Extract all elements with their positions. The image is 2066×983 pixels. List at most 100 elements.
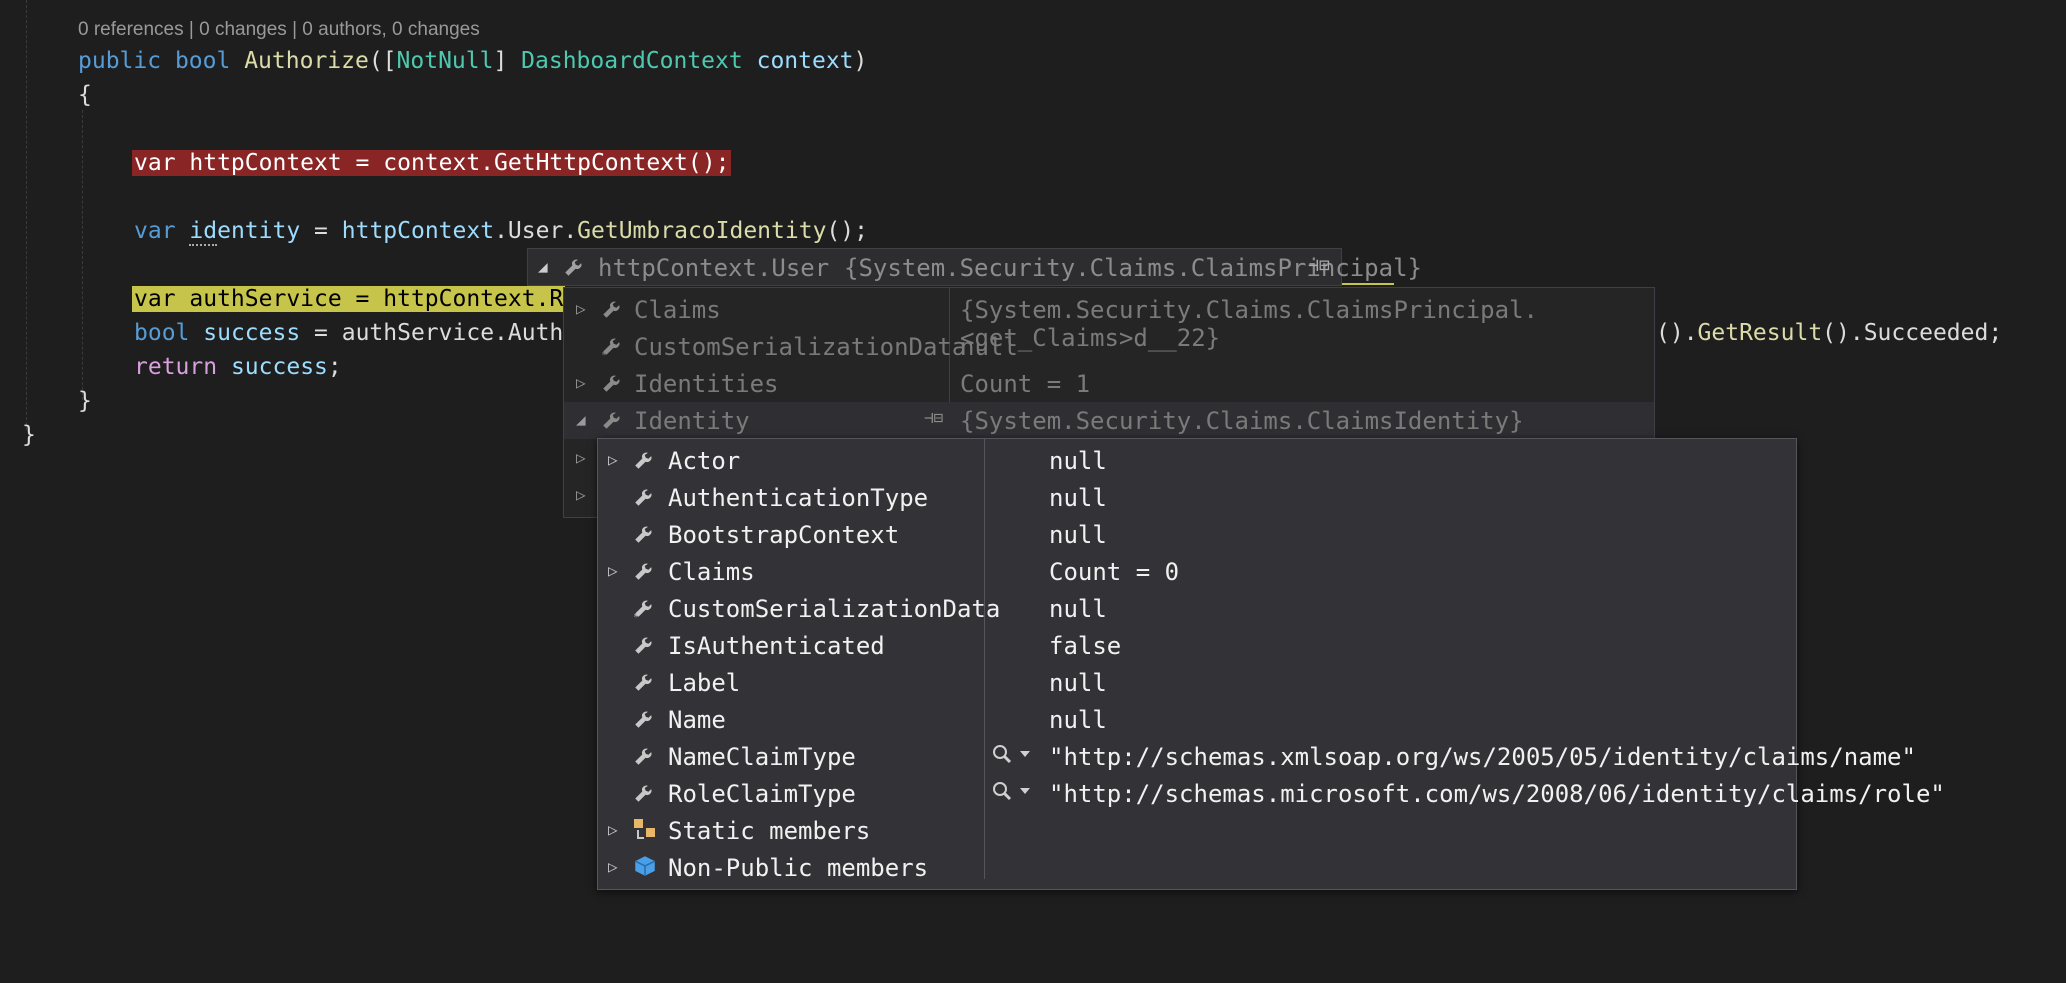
wrench-icon xyxy=(632,705,658,737)
indent-guide xyxy=(82,110,83,400)
code-line-success-tail: ().GetResult().Succeeded; xyxy=(1656,316,2002,350)
identity-row-actor[interactable]: ▷ Actor null xyxy=(598,442,1796,479)
wrench-icon xyxy=(562,253,588,285)
member-value[interactable]: null xyxy=(1049,595,1107,623)
keyword: public xyxy=(78,48,162,74)
code-line-success: bool success = authService.Auth xyxy=(134,316,563,350)
member-name: Static members xyxy=(668,817,871,845)
identity-row-static-members[interactable]: ▷ Static members xyxy=(598,812,1796,849)
code-line-breakpoint[interactable]: var httpContext = context.GetHttpContext… xyxy=(132,146,732,180)
member-name: AuthenticationType xyxy=(668,484,929,512)
identity-row-name[interactable]: Name null xyxy=(598,701,1796,738)
current-statement-highlight: var authService = httpContext.R xyxy=(132,286,566,312)
member-name: Claims xyxy=(668,558,755,586)
code-line-1: public bool Authorize([NotNull] Dashboar… xyxy=(78,44,867,78)
wrench-icon xyxy=(632,446,658,478)
variable: success xyxy=(230,354,328,380)
member-value[interactable]: {System.Security.Claims.ClaimsIdentity} xyxy=(960,407,1524,435)
member-value[interactable]: null xyxy=(960,333,1018,361)
code-line-current: var authService = httpContext.R xyxy=(132,282,566,316)
magnifier-dropdown-icon[interactable] xyxy=(990,742,1034,774)
datatip-row-identities[interactable]: ▷ Identities Count = 1 xyxy=(564,365,1654,402)
expand-arrow-icon[interactable]: ▷ xyxy=(576,485,586,504)
attribute: NotNull xyxy=(396,48,494,74)
member-name: CustomSerializationData xyxy=(668,595,1001,623)
member-name: Actor xyxy=(668,447,741,475)
member-name: BootstrapContext xyxy=(668,521,900,549)
expand-arrow-icon[interactable]: ▷ xyxy=(576,373,586,392)
member-name: RoleClaimType xyxy=(668,780,856,808)
expand-arrow-icon[interactable]: ▷ xyxy=(608,561,618,580)
wrench-icon xyxy=(632,779,658,811)
identity-row-claims[interactable]: ▷ Claims Count = 0 xyxy=(598,553,1796,590)
indent-guide xyxy=(26,0,27,430)
expand-arrow-icon[interactable]: ▷ xyxy=(608,450,618,469)
punct: = xyxy=(300,218,342,244)
magnifier-dropdown-icon[interactable] xyxy=(990,779,1034,811)
keyword: bool xyxy=(134,320,190,346)
method-name: GetResult xyxy=(1697,320,1823,346)
wrench-icon xyxy=(632,742,658,774)
datatip-row-customserialization[interactable]: * CustomSerializationData null xyxy=(564,328,1654,365)
member-name: IsAuthenticated xyxy=(668,632,885,660)
member-value[interactable]: null xyxy=(1049,484,1107,512)
expand-arrow-icon[interactable]: ▷ xyxy=(576,448,586,467)
wrench-icon xyxy=(600,369,626,401)
wrench-star-icon: * xyxy=(600,332,626,364)
variable: httpContext xyxy=(341,218,495,244)
member-value[interactable]: null xyxy=(1049,521,1107,549)
member-value[interactable]: "http://schemas.xmlsoap.org/ws/2005/05/i… xyxy=(1049,743,1916,771)
identity-row-customserialization[interactable]: * CustomSerializationData null xyxy=(598,590,1796,627)
punct: ] xyxy=(493,48,522,74)
punct: ) xyxy=(853,48,868,74)
datatip-header[interactable]: ◢ httpContext.User {System.Security.Clai… xyxy=(527,248,1422,286)
datatip-value[interactable]: {System.Security.Claims.ClaimsPrincipal} xyxy=(844,254,1422,282)
collapse-arrow-icon[interactable]: ◢ xyxy=(576,410,586,429)
pin-icon[interactable]: ⊣⊟ xyxy=(924,408,943,427)
code-line-return: return success; xyxy=(134,350,342,384)
identity-row-non-public-members[interactable]: ▷ Non-Public members xyxy=(598,849,1796,886)
keyword: return xyxy=(134,354,218,380)
member-value[interactable]: Count = 0 xyxy=(1049,558,1179,586)
identity-row-bootstrap[interactable]: BootstrapContext null xyxy=(598,516,1796,553)
identity-row-authtype[interactable]: AuthenticationType null xyxy=(598,479,1796,516)
wrench-icon xyxy=(632,483,658,515)
member-name: Name xyxy=(668,706,726,734)
member-value[interactable]: false xyxy=(1049,632,1121,660)
expand-arrow-icon[interactable]: ▷ xyxy=(608,820,618,839)
non-public-members-icon xyxy=(632,853,658,885)
code-line-close: } xyxy=(22,422,36,448)
code-line-2: { xyxy=(78,82,92,108)
member-value[interactable]: null xyxy=(1049,447,1107,475)
static-members-icon xyxy=(632,816,660,848)
identity-row-roleclaimtype[interactable]: RoleClaimType "http://schemas.microsoft.… xyxy=(598,775,1945,812)
member-value[interactable]: "http://schemas.microsoft.com/ws/2008/06… xyxy=(1049,780,1945,808)
member-value[interactable]: null xyxy=(1049,669,1107,697)
member-name: Label xyxy=(668,669,741,697)
svg-text:*: * xyxy=(633,612,639,620)
identity-row-isauthenticated[interactable]: IsAuthenticated false xyxy=(598,627,1796,664)
codelens[interactable]: 0 references | 0 changes | 0 authors, 0 … xyxy=(78,19,480,41)
member-name: NameClaimType xyxy=(668,743,856,771)
member-name: Identity xyxy=(634,407,750,435)
param: context xyxy=(756,48,854,74)
wrench-star-icon: * xyxy=(632,594,658,626)
code-line-identity: var identity = httpContext.User.GetUmbra… xyxy=(134,214,868,248)
type-name: DashboardContext xyxy=(521,48,743,74)
identity-row-label[interactable]: Label null xyxy=(598,664,1796,701)
member-value[interactable]: null xyxy=(1049,706,1107,734)
pin-icon[interactable]: ⊣⊟ xyxy=(1308,255,1330,276)
collapse-arrow-icon[interactable]: ◢ xyxy=(538,257,548,276)
member-name: Claims xyxy=(634,296,721,324)
breakpoint-highlight[interactable]: var httpContext = context.GetHttpContext… xyxy=(132,150,732,176)
datatip-row-claims[interactable]: ▷ Claims {System.Security.Claims.ClaimsP… xyxy=(564,291,1654,352)
code-line-close: } xyxy=(78,388,92,414)
wrench-icon xyxy=(632,631,658,663)
member-value[interactable]: Count = 1 xyxy=(960,370,1090,398)
expand-arrow-icon[interactable]: ▷ xyxy=(576,299,586,318)
expand-arrow-icon[interactable]: ▷ xyxy=(608,857,618,876)
identity-row-nameclaimtype[interactable]: NameClaimType "http://schemas.xmlsoap.or… xyxy=(598,738,1916,775)
datatip-row-identity[interactable]: ◢ Identity ⊣⊟ {System.Security.Claims.Cl… xyxy=(564,402,1654,439)
keyword: bool xyxy=(174,48,231,74)
datatip-expression: httpContext.User xyxy=(598,254,830,282)
